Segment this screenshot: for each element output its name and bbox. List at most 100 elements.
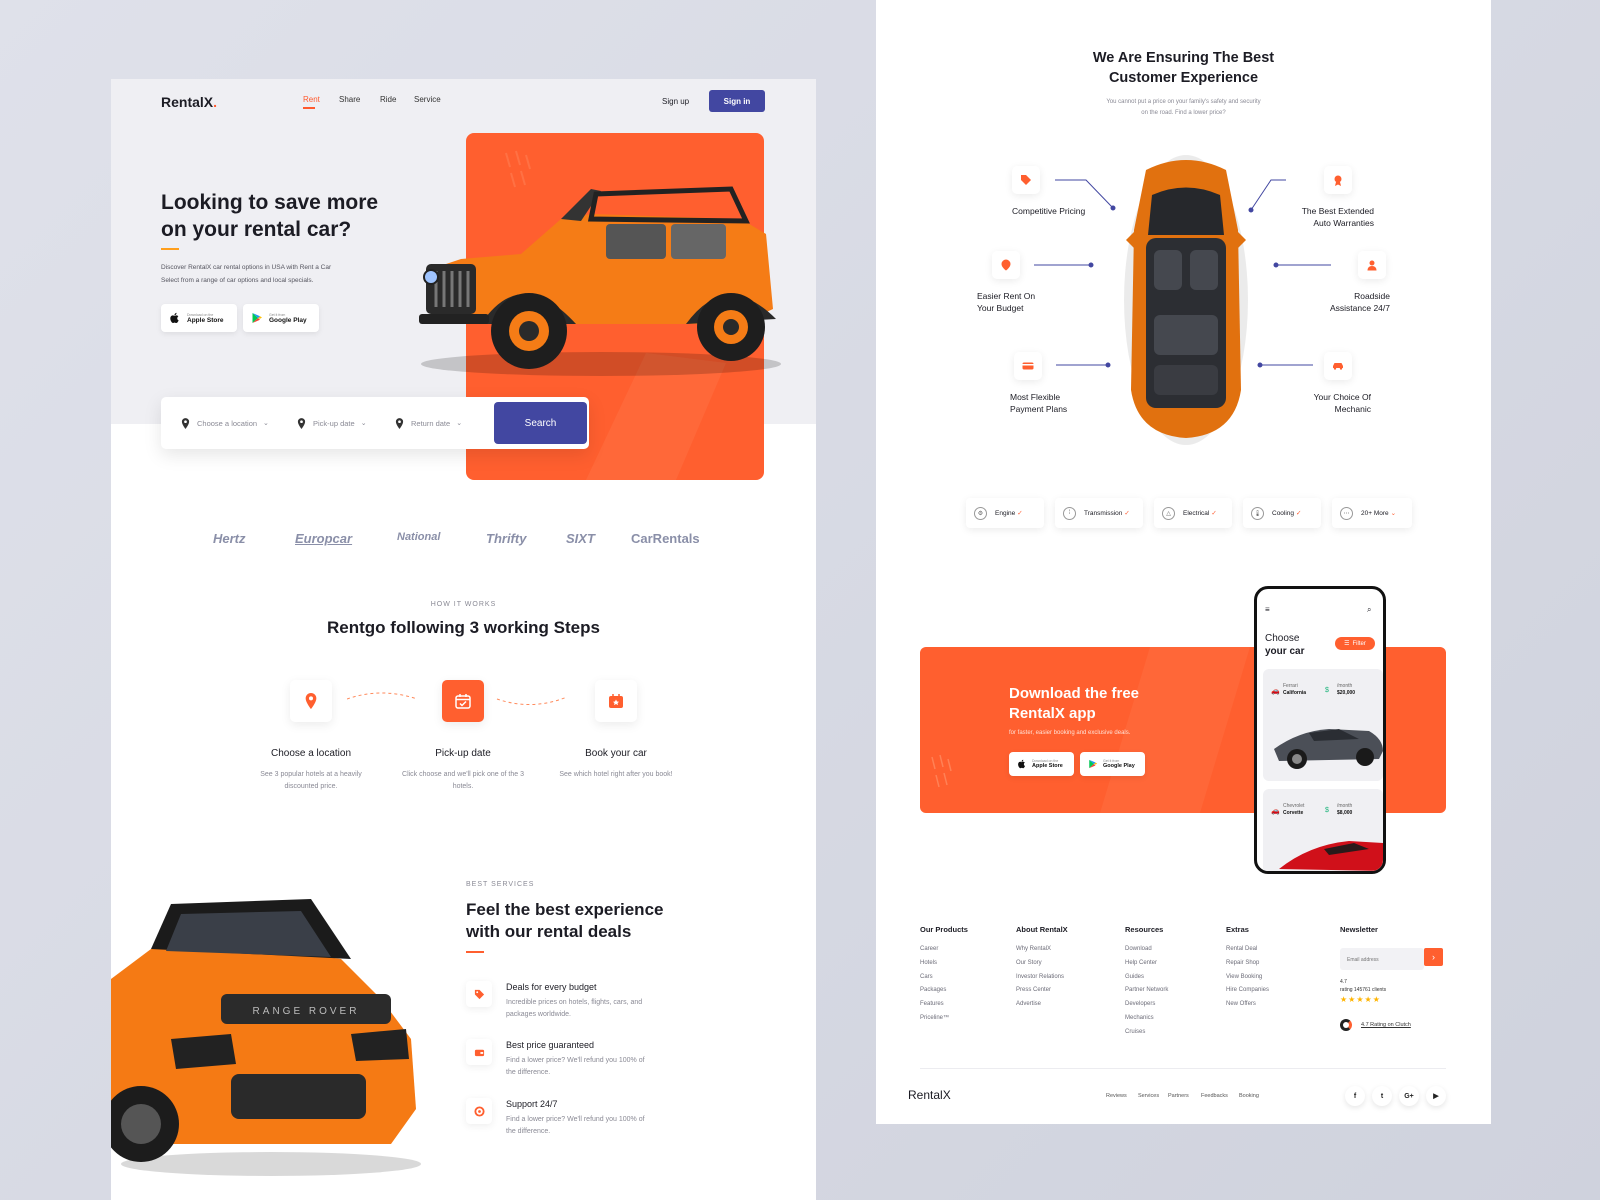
google-play-button[interactable]: Get it from Google Play — [1080, 752, 1145, 776]
brand-logo[interactable]: RentalX. — [161, 94, 217, 110]
feature-deals-icon-box — [466, 981, 492, 1007]
nav-share[interactable]: Share — [339, 95, 360, 104]
feature-2-title: Best price guaranteed — [506, 1040, 595, 1050]
feature-price-icon-box — [466, 1039, 492, 1065]
nav-ride[interactable]: Ride — [380, 95, 396, 104]
nav-rent[interactable]: Rent — [303, 95, 320, 109]
check-icon: ✓ — [1017, 510, 1023, 517]
menu-icon[interactable]: ≡ — [1265, 605, 1270, 614]
services-title: Feel the best experience with our rental… — [466, 900, 664, 942]
footer-link-item[interactable]: Our Story — [1016, 960, 1042, 966]
footer-link-item[interactable]: Packages — [920, 987, 946, 993]
footer-col-resources-head: Resources — [1125, 925, 1164, 934]
orange-jeep-image — [419, 186, 781, 376]
footer-link-item[interactable]: Investor Relations — [1016, 974, 1064, 980]
footer-link-partners[interactable]: Partners — [1168, 1093, 1189, 1099]
footer-link-item[interactable]: Features — [920, 1001, 944, 1007]
chip-transmission[interactable]: ⁞ Transmission ✓ — [1055, 498, 1143, 528]
chip-more[interactable]: ⋯ 20+ More ⌄ — [1332, 498, 1412, 528]
location-select[interactable]: Choose a location ⌄ — [181, 397, 269, 449]
footer-link-item[interactable]: Press Center — [1016, 987, 1051, 993]
brand-thrifty: Thrifty — [486, 531, 527, 546]
chip-electrical[interactable]: △ Electrical ✓ — [1154, 498, 1232, 528]
feature-2-desc: Find a lower price? We'll refund you 100… — [506, 1057, 645, 1076]
signin-button[interactable]: Sign in — [709, 90, 765, 112]
pickup-date-select[interactable]: Pick-up date ⌄ — [297, 397, 367, 449]
footer-link-item[interactable]: View Booking — [1226, 974, 1262, 980]
email-field[interactable] — [1340, 949, 1424, 971]
footer-link-item[interactable]: Cars — [920, 974, 933, 980]
chevron-down-icon: ⌄ — [456, 420, 463, 427]
footer-link-reviews[interactable]: Reviews — [1106, 1093, 1127, 1099]
footer-link-item[interactable]: Career — [920, 946, 938, 952]
footer-link-item[interactable]: Priceline™ — [920, 1015, 949, 1021]
newsletter-submit-button[interactable]: › — [1424, 948, 1443, 966]
chevron-down-icon: ⌄ — [263, 420, 269, 427]
feature-3-title: Support 24/7 — [506, 1099, 558, 1109]
location-pin-icon — [305, 693, 317, 709]
footer-link-item[interactable]: Repair Shop — [1226, 960, 1259, 966]
warning-icon: △ — [1162, 506, 1175, 520]
grey-sports-car-image — [1274, 729, 1383, 769]
footer-link-item[interactable]: Cruises — [1125, 1029, 1145, 1035]
car-card-corvette[interactable]: 🚗 Chevrolet Corvette $ /month $8,000 — [1263, 789, 1383, 871]
newsletter-head: Newsletter — [1340, 925, 1378, 934]
how-kicker: HOW IT WORKS — [430, 601, 497, 608]
footer-col-products-head: Our Products — [920, 925, 968, 934]
chevron-down-icon: ⌄ — [360, 420, 367, 427]
search-button[interactable]: Search — [494, 402, 587, 444]
footer-link-booking[interactable]: Booking — [1239, 1093, 1259, 1099]
chip-engine[interactable]: ⚙ Engine ✓ — [966, 498, 1044, 528]
pricing-icon-box — [1012, 166, 1040, 194]
google-plus-icon[interactable]: G+ — [1399, 1086, 1419, 1106]
download-subtitle: for faster, easier booking and exclusive… — [1009, 730, 1131, 736]
footer-link-item[interactable]: Download — [1125, 946, 1152, 952]
facebook-icon[interactable]: f — [1345, 1086, 1365, 1106]
dollar-icon: $ — [1325, 807, 1329, 814]
landing-page-main: RentalX. Rent Share Ride Service Sign up… — [111, 79, 816, 1200]
footer-link-item[interactable]: Hire Companies — [1226, 987, 1269, 993]
footer-link-item[interactable]: New Offers — [1226, 1001, 1256, 1007]
footer-link-feedbacks[interactable]: Feedbacks — [1201, 1093, 1228, 1099]
signup-link[interactable]: Sign up — [662, 97, 689, 106]
calendar-star-icon — [609, 694, 623, 708]
footer-link-item[interactable]: Advertise — [1016, 1001, 1041, 1007]
clutch-link[interactable]: 4.7 Rating on Clutch — [1361, 1022, 1411, 1028]
step-3-desc: See which hotel right after you book! — [559, 771, 673, 778]
car-icon — [1333, 363, 1343, 370]
thermometer-icon: 🌡 — [1251, 506, 1264, 520]
dollar-icon: $ — [1325, 687, 1329, 694]
footer-link-item[interactable]: Help Center — [1125, 960, 1157, 966]
filter-button[interactable]: ☰ Filter — [1335, 637, 1375, 650]
nav-service[interactable]: Service — [414, 95, 441, 104]
twitter-icon[interactable]: t — [1372, 1086, 1392, 1106]
chip-cooling[interactable]: 🌡 Cooling ✓ — [1243, 498, 1321, 528]
landing-page-secondary: We Are Ensuring The Best Customer Experi… — [876, 0, 1491, 1124]
transmission-icon: ⁞ — [1063, 506, 1076, 520]
return-date-select[interactable]: Return date ⌄ — [395, 397, 462, 449]
engine-icon: ⚙ — [974, 506, 987, 520]
footer-link-item[interactable]: Hotels — [920, 960, 937, 966]
apple-store-button[interactable]: Download on the Apple Store — [161, 304, 237, 332]
search-bar: Choose a location ⌄ Pick-up date ⌄ Retur… — [161, 397, 589, 449]
footer-link-item[interactable]: Guides — [1125, 974, 1144, 980]
filter-icon: ☰ — [1344, 641, 1350, 647]
footer-link-item[interactable]: Why RentalX — [1016, 946, 1051, 952]
car-card-ferrari[interactable]: 🚗 Ferrari California $ /month $20,000 — [1263, 669, 1383, 781]
search-icon[interactable]: ⌕ — [1367, 605, 1371, 615]
apple-store-button[interactable]: Download on the Apple Store — [1009, 752, 1074, 776]
credit-card-icon — [1022, 362, 1034, 370]
footer-link-item[interactable]: Rental Deal — [1226, 946, 1257, 952]
location-pin-icon — [181, 417, 190, 429]
footer-logo[interactable]: RentalX — [908, 1088, 951, 1102]
youtube-icon[interactable]: ▶ — [1426, 1086, 1446, 1106]
email-input[interactable] — [1340, 948, 1424, 971]
wallet-icon — [474, 1049, 484, 1056]
check-icon: ✓ — [1296, 510, 1302, 517]
footer-link-item[interactable]: Developers — [1125, 1001, 1155, 1007]
footer-link-item[interactable]: Partner Network — [1125, 987, 1168, 993]
footer-link-item[interactable]: Mechanics — [1125, 1015, 1154, 1021]
feature-3-desc: Find a lower price? We'll refund you 100… — [506, 1116, 645, 1135]
google-play-button[interactable]: Get it from Google Play — [243, 304, 319, 332]
footer-link-services[interactable]: Services — [1138, 1093, 1159, 1099]
